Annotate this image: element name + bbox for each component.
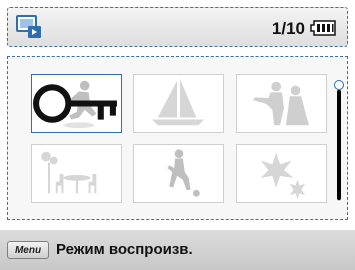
cafe-tables-image (41, 151, 97, 194)
thumbnail-person-jumping[interactable] (31, 74, 122, 133)
file-counter: 1/10 (271, 19, 305, 38)
thumbnail-flowers[interactable] (236, 144, 327, 203)
flowers-image (260, 152, 306, 200)
protect-key-icon (33, 84, 117, 123)
top-status-bar: 1/10 (7, 7, 348, 47)
playback-mode-label: Режим воспроизв. (56, 241, 193, 258)
scrollbar-handle[interactable] (334, 80, 344, 90)
thumbnail-cafe-tables[interactable] (31, 144, 122, 203)
sailboat-image (151, 78, 205, 126)
thumbnail-two-people-pointing[interactable] (236, 74, 327, 133)
photo-playback-icon (16, 15, 41, 38)
menu-button[interactable]: Menu (7, 241, 49, 259)
thumbnail-soccer-player[interactable] (133, 144, 224, 203)
battery-icon (310, 20, 336, 36)
thumbnail-sailboat[interactable] (133, 74, 224, 133)
bottom-bar: Menu Режим воспроизв. (0, 230, 355, 270)
two-people-pointing-image (253, 81, 310, 126)
soccer-player-image (167, 149, 200, 197)
scrollbar-thumb[interactable] (337, 90, 341, 200)
